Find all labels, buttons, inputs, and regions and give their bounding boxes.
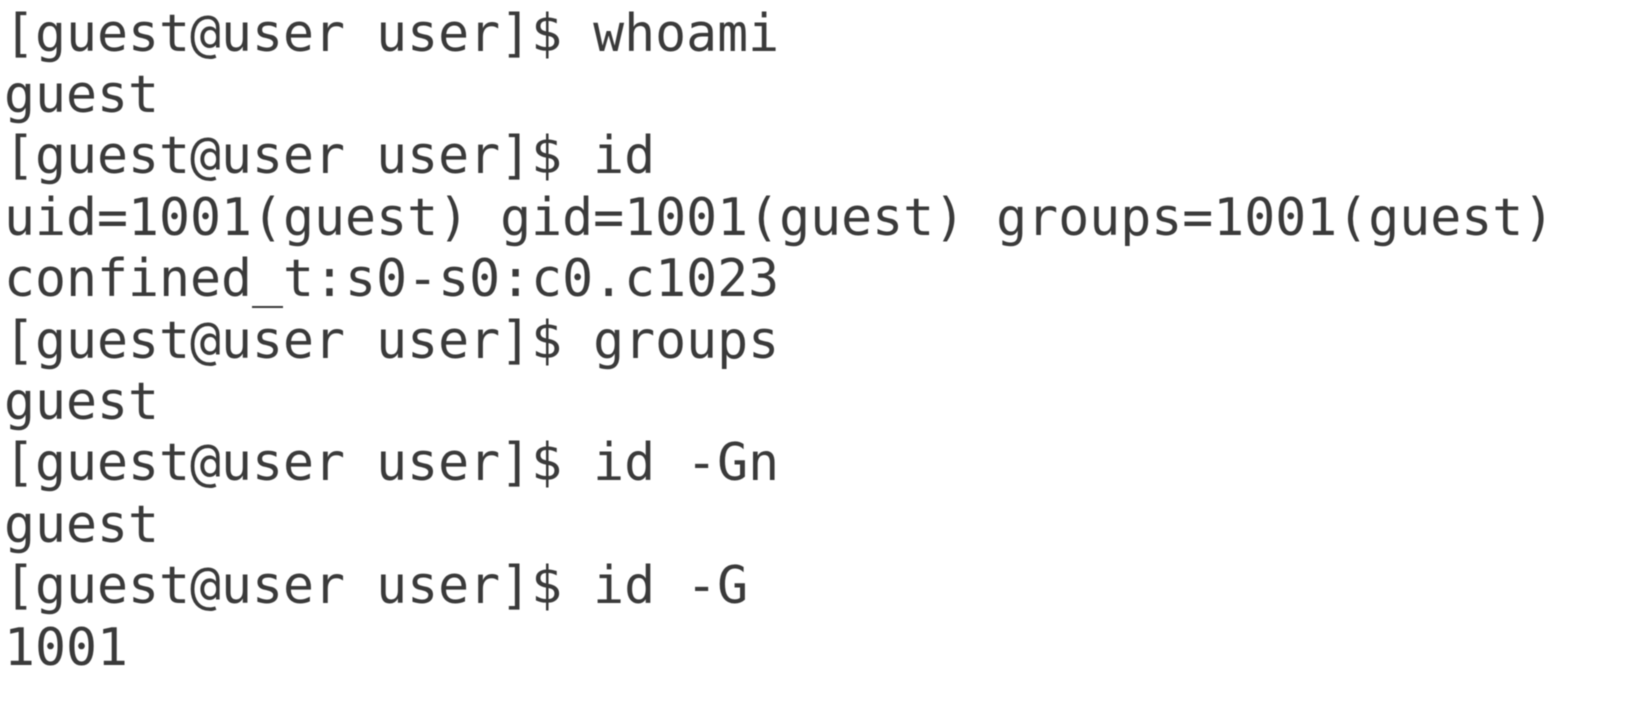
terminal-line-output: uid=1001(guest) gid=1001(guest) groups=1…	[4, 187, 1554, 249]
output-text: uid=1001(guest) gid=1001(guest) groups=1…	[4, 188, 1555, 248]
shell-prompt: [guest@user user]$	[4, 433, 594, 493]
terminal-line-command: [guest@user user]$ id -Gn	[4, 432, 779, 494]
terminal-line-command: [guest@user user]$ whoami	[4, 3, 779, 65]
shell-prompt: [guest@user user]$	[4, 126, 594, 186]
command-text: id -G	[593, 556, 749, 616]
output-text: guest	[4, 372, 160, 432]
terminal-line-command: [guest@user user]$ groups	[4, 310, 779, 372]
output-text: 1001	[4, 618, 129, 678]
command-text: id -Gn	[593, 433, 780, 493]
shell-prompt: [guest@user user]$	[4, 311, 594, 371]
terminal-line-command: [guest@user user]$ id -G	[4, 555, 748, 617]
terminal-line-output: guest	[4, 64, 159, 126]
terminal-line-output: 1001	[4, 617, 128, 679]
shell-prompt: [guest@user user]$	[4, 556, 594, 616]
terminal-window[interactable]: [guest@user user]$ whoami guest [guest@u…	[0, 0, 1651, 707]
command-text: groups	[593, 311, 780, 371]
terminal-line-output: confined_t:s0-s0:c0.c1023	[4, 248, 779, 310]
terminal-line-output: guest	[4, 371, 159, 433]
command-text: id	[593, 126, 656, 186]
output-text: guest	[4, 65, 160, 125]
output-text: guest	[4, 495, 160, 555]
terminal-line-command: [guest@user user]$ id	[4, 125, 655, 187]
output-text: confined_t:s0-s0:c0.c1023	[4, 249, 780, 309]
shell-prompt: [guest@user user]$	[4, 4, 594, 64]
terminal-line-output: guest	[4, 494, 159, 556]
command-text: whoami	[593, 4, 780, 64]
